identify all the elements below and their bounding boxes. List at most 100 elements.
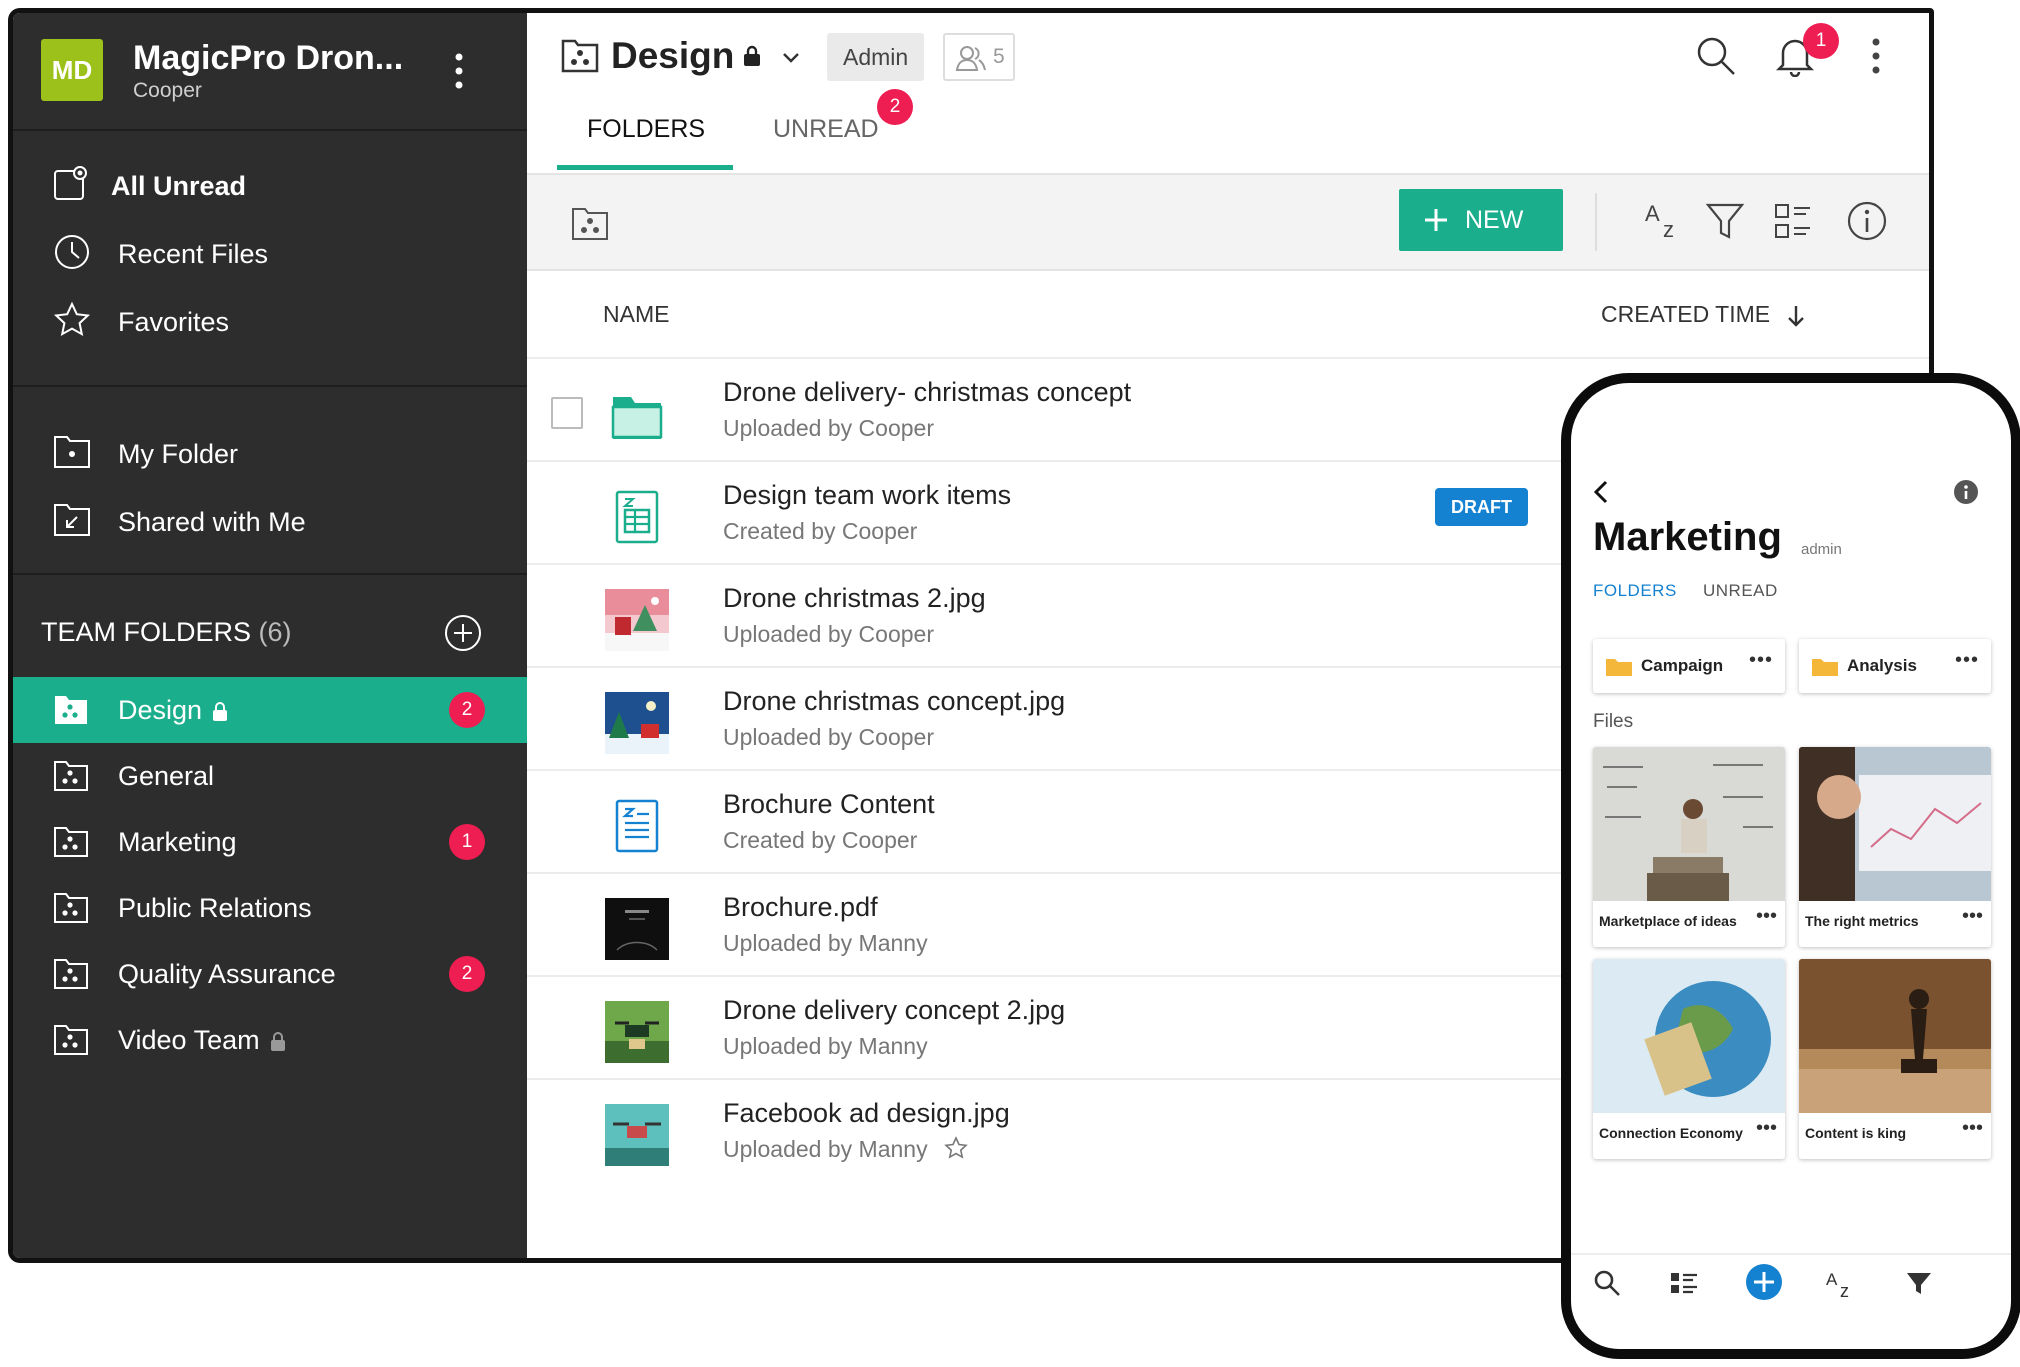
team-folder-label: General xyxy=(118,761,215,791)
view-toggle-icon[interactable] xyxy=(1773,199,1813,243)
phone-mockup: Marketing admin FOLDERS UNREAD Campaign … xyxy=(1561,373,2020,1359)
team-folder-general[interactable]: General xyxy=(13,743,527,809)
team-folder-label: Video Team xyxy=(118,1025,286,1056)
document-icon xyxy=(605,795,669,857)
nav-label: My Folder xyxy=(118,439,239,469)
active-tab-indicator xyxy=(557,165,733,170)
info-icon[interactable] xyxy=(1845,199,1889,243)
file-meta: Created by Cooper xyxy=(723,827,918,853)
folder-icon xyxy=(605,383,669,445)
team-folder-name: Design xyxy=(118,695,203,725)
draft-badge: DRAFT xyxy=(1435,488,1528,526)
back-icon[interactable] xyxy=(1591,479,1611,505)
phone-file-card[interactable]: Marketplace of ideas ••• xyxy=(1593,747,1785,947)
nav-label: Shared with Me xyxy=(118,507,306,537)
file-name: Brochure Content xyxy=(723,789,935,819)
star-icon[interactable] xyxy=(944,1136,968,1160)
nav-my-folder[interactable]: My Folder xyxy=(13,421,527,487)
nav-favorites[interactable]: Favorites xyxy=(13,289,527,355)
bell-icon[interactable]: 1 xyxy=(1775,23,1839,77)
org-name[interactable]: MagicPro Dron... xyxy=(133,39,403,78)
tab-unread[interactable]: UNREAD 2 xyxy=(773,89,913,144)
nav-shared-with-me[interactable]: Shared with Me xyxy=(13,489,527,555)
phone-file-card[interactable]: Connection Economy ••• xyxy=(1593,959,1785,1159)
add-icon[interactable] xyxy=(1745,1263,1783,1301)
file-card-label: Marketplace of ideas xyxy=(1599,913,1737,929)
filter-icon[interactable] xyxy=(1905,1269,1933,1297)
chevron-down-icon[interactable] xyxy=(781,51,801,65)
org-more-icon[interactable] xyxy=(453,51,465,91)
search-icon[interactable] xyxy=(1593,1269,1621,1297)
team-folder-marketing[interactable]: Marketing 1 xyxy=(13,809,527,875)
tab-label: UNREAD xyxy=(773,115,879,143)
members-button[interactable]: 5 xyxy=(943,33,1015,81)
new-button-label: NEW xyxy=(1465,206,1524,234)
team-folder-icon xyxy=(53,758,89,792)
lock-icon xyxy=(270,1031,286,1052)
info-icon[interactable] xyxy=(1953,479,1979,505)
more-icon[interactable]: ••• xyxy=(1955,649,1979,672)
search-icon[interactable] xyxy=(1695,35,1737,77)
image-thumbnail-icon xyxy=(605,1104,669,1166)
more-icon[interactable]: ••• xyxy=(1756,905,1777,928)
org-header: MD MagicPro Dron... Cooper xyxy=(13,13,527,131)
folder-title: Design xyxy=(611,35,735,76)
more-icon[interactable] xyxy=(1871,37,1881,75)
file-name: Drone delivery concept 2.jpg xyxy=(723,995,1066,1025)
file-meta: Uploaded by Manny xyxy=(723,930,928,956)
team-folder-public-relations[interactable]: Public Relations xyxy=(13,875,527,941)
file-meta: Uploaded by Manny xyxy=(723,1136,968,1163)
team-folders-title: TEAM FOLDERS (6) xyxy=(41,617,292,648)
phone-file-card[interactable]: The right metrics ••• xyxy=(1799,747,1991,947)
nav-all-unread[interactable]: All Unread xyxy=(13,153,527,219)
plus-icon xyxy=(1425,209,1447,231)
divider xyxy=(13,573,527,575)
new-button[interactable]: NEW xyxy=(1399,189,1563,251)
file-meta: Uploaded by Manny xyxy=(723,1033,928,1059)
filter-icon[interactable] xyxy=(1705,199,1745,243)
spreadsheet-icon xyxy=(605,486,669,548)
team-folder-quality-assurance[interactable]: Quality Assurance 2 xyxy=(13,941,527,1007)
phone-tab-folders[interactable]: FOLDERS xyxy=(1593,581,1677,601)
arrow-down-icon xyxy=(1787,305,1804,327)
file-meta-text: Uploaded by Manny xyxy=(723,1136,928,1162)
team-folder-icon[interactable] xyxy=(571,205,609,241)
unread-badge: 2 xyxy=(449,956,485,992)
more-icon[interactable]: ••• xyxy=(1962,1117,1983,1140)
shared-folder-icon xyxy=(53,501,91,537)
team-folder-name: Video Team xyxy=(118,1025,260,1055)
sort-az-icon[interactable]: Az xyxy=(1643,199,1683,243)
add-team-folder-icon[interactable] xyxy=(443,613,483,653)
unread-badge: 1 xyxy=(449,824,485,860)
more-icon[interactable]: ••• xyxy=(1756,1117,1777,1140)
divider xyxy=(13,385,527,387)
phone-folder-card[interactable]: Campaign ••• xyxy=(1593,639,1785,693)
phone-file-card[interactable]: Content is king ••• xyxy=(1799,959,1991,1159)
more-icon[interactable]: ••• xyxy=(1962,905,1983,928)
folder-icon xyxy=(53,433,91,469)
phone-role: admin xyxy=(1801,541,1842,558)
lock-icon xyxy=(743,45,761,67)
phone-tab-unread[interactable]: UNREAD xyxy=(1703,581,1778,601)
column-name[interactable]: NAME xyxy=(603,301,669,328)
folder-icon xyxy=(1812,659,1838,676)
more-icon[interactable]: ••• xyxy=(1749,649,1773,672)
team-folder-design[interactable]: Design 2 xyxy=(13,677,527,743)
file-card-label: Connection Economy xyxy=(1599,1125,1743,1141)
phone-folder-card[interactable]: Analysis ••• xyxy=(1799,639,1991,693)
team-folder-icon xyxy=(53,956,89,990)
divider xyxy=(1571,1253,2011,1255)
tab-folders[interactable]: FOLDERS xyxy=(587,115,705,144)
image-thumbnail-icon xyxy=(605,589,669,651)
team-folder-icon xyxy=(53,1022,89,1056)
org-logo[interactable]: MD xyxy=(41,39,103,101)
team-folder-video-team[interactable]: Video Team xyxy=(13,1007,527,1073)
list-view-icon[interactable] xyxy=(1669,1269,1699,1297)
nav-label: Favorites xyxy=(118,307,230,337)
team-folders-count: (6) xyxy=(258,617,292,647)
sidebar: MD MagicPro Dron... Cooper All Unread Re… xyxy=(13,13,527,1258)
column-created-time[interactable]: CREATED TIME xyxy=(1601,301,1805,328)
sort-az-icon[interactable]: Az xyxy=(1825,1269,1859,1299)
row-checkbox[interactable] xyxy=(551,397,583,429)
nav-recent-files[interactable]: Recent Files xyxy=(13,221,527,287)
